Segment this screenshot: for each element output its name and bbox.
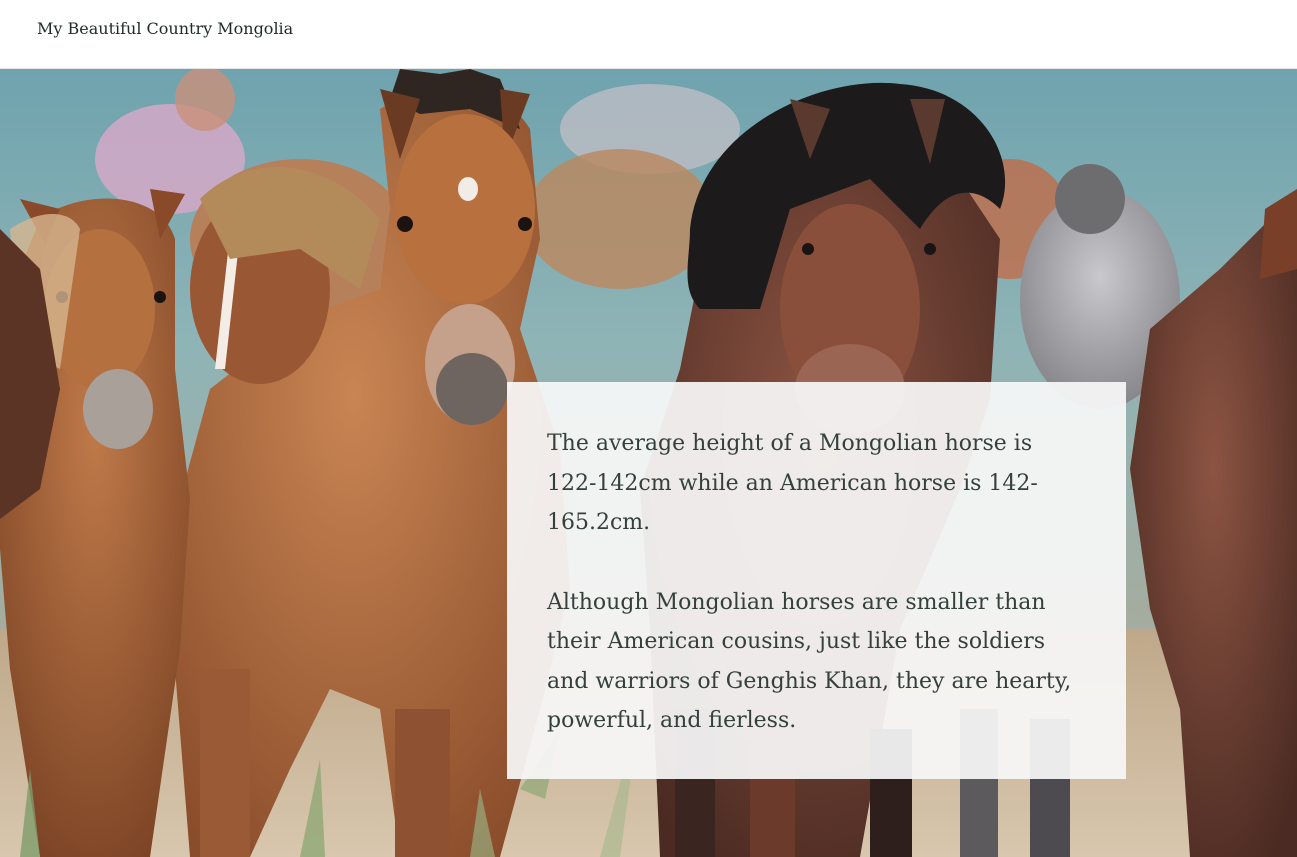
info-card: The average height of a Mongolian horse … xyxy=(507,382,1126,779)
hero-section: The average height of a Mongolian horse … xyxy=(0,69,1297,857)
card-paragraph-height: The average height of a Mongolian horse … xyxy=(547,431,1038,535)
card-paragraph-comparison: Although Mongolian horses are smaller th… xyxy=(547,589,1072,734)
site-title-link[interactable]: My Beautiful Country Mongolia xyxy=(37,19,293,38)
site-header: My Beautiful Country Mongolia xyxy=(0,0,1297,69)
